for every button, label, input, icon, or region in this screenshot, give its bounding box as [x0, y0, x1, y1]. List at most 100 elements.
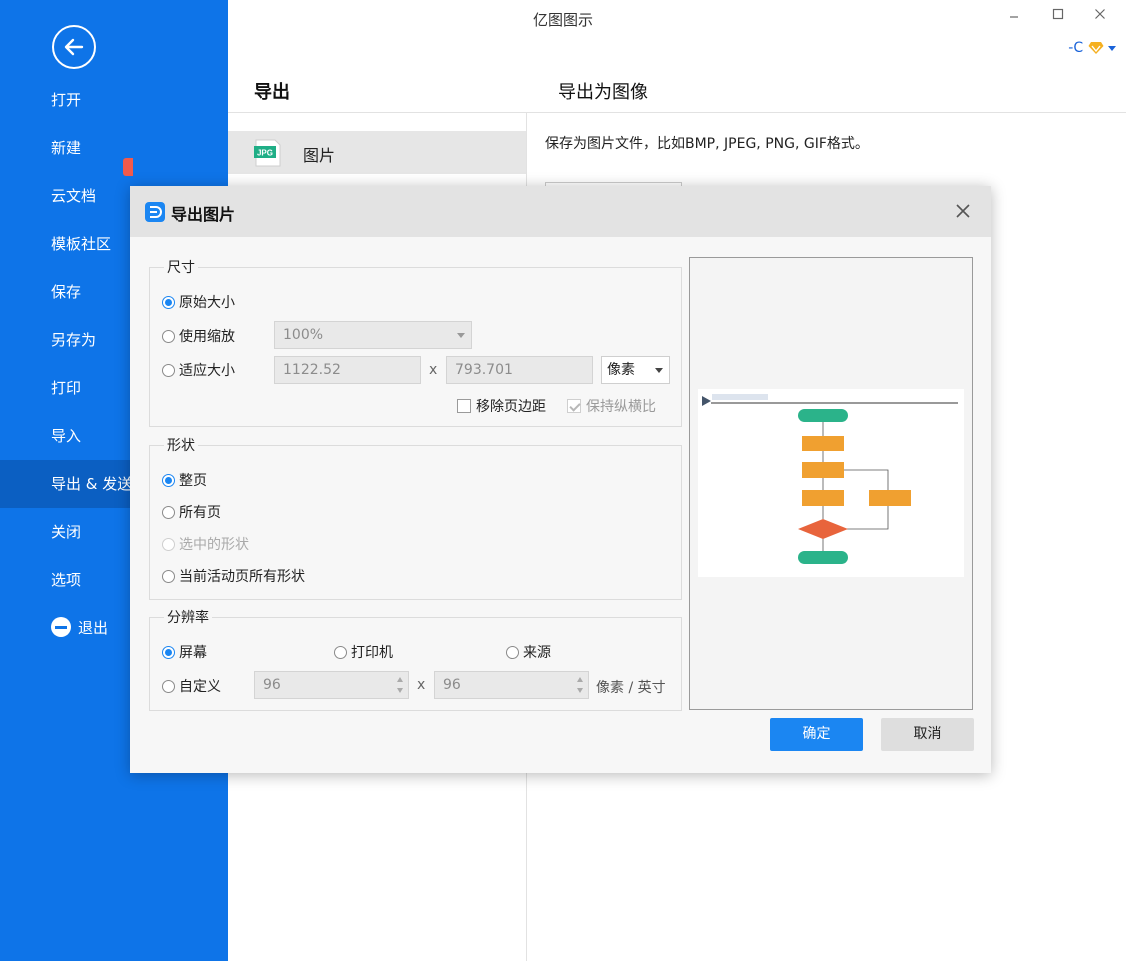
user-chip[interactable]: -C	[1068, 40, 1116, 56]
dpi-y-value: 96	[443, 677, 461, 693]
radio-dot	[162, 329, 175, 343]
radio-whole-page[interactable]: 整页	[162, 470, 207, 490]
scale-select[interactable]: 100%	[274, 321, 472, 349]
ok-button[interactable]: 确定	[770, 718, 863, 751]
times-sign: x	[417, 677, 426, 693]
checkbox-box	[567, 399, 581, 413]
radio-label: 屏幕	[179, 645, 207, 661]
scale-value: 100%	[283, 327, 324, 343]
radio-printer[interactable]: 打印机	[334, 642, 393, 662]
radio-dot	[162, 645, 175, 659]
radio-dot	[162, 537, 175, 551]
dropdown-arrow-icon	[655, 368, 663, 373]
radio-label: 使用缩放	[179, 329, 235, 345]
edraw-logo-icon	[145, 202, 165, 222]
radio-dot	[506, 645, 519, 659]
export-type-image-label: 图片	[303, 146, 336, 165]
size-group-title: 尺寸	[164, 257, 198, 277]
dialog-close-icon[interactable]	[954, 202, 972, 220]
image-preview	[689, 257, 973, 710]
exit-label: 退出	[78, 619, 109, 637]
resolution-group: 分辨率 屏幕 打印机 来源 自定义 96 x 96 像素 / 英寸	[149, 607, 682, 711]
radio-dot	[162, 363, 175, 377]
cancel-button[interactable]: 取消	[881, 718, 974, 751]
dpi-x-input[interactable]: 96	[254, 671, 409, 699]
dpi-y-input[interactable]: 96	[434, 671, 589, 699]
shape-group-title: 形状	[164, 435, 198, 455]
radio-label: 自定义	[179, 679, 221, 695]
minimize-icon	[1010, 16, 1018, 18]
close-window-button[interactable]	[1090, 6, 1110, 26]
radio-original-size[interactable]: 原始大小	[162, 292, 235, 312]
width-input[interactable]: 1122.52	[274, 356, 421, 384]
detail-description: 保存为图片文件，比如BMP, JPEG, PNG, GIF格式。	[545, 136, 869, 152]
radio-label: 所有页	[179, 505, 221, 521]
dialog-title: 导出图片	[171, 205, 236, 224]
radio-dot	[162, 569, 175, 583]
dialog-header: 导出图片	[130, 186, 991, 237]
radio-fit-size[interactable]: 适应大小	[162, 360, 235, 380]
header-divider	[228, 112, 1126, 113]
jpg-file-icon: JPG	[254, 139, 281, 167]
close-icon	[1095, 9, 1105, 19]
arrow-left-icon	[64, 38, 84, 56]
radio-source[interactable]: 来源	[506, 642, 551, 662]
height-value: 793.701	[455, 362, 513, 378]
maximize-icon	[1052, 8, 1064, 20]
spin-up-icon	[577, 677, 583, 682]
flowchart-preview	[698, 389, 964, 577]
radio-screen[interactable]: 屏幕	[162, 642, 207, 662]
height-input[interactable]: 793.701	[446, 356, 593, 384]
vip-diamond-icon	[1088, 42, 1104, 54]
radio-all-pages[interactable]: 所有页	[162, 502, 221, 522]
checkbox-box	[457, 399, 471, 413]
radio-label: 打印机	[351, 645, 393, 661]
detail-title: 导出为图像	[558, 82, 648, 103]
app-title: 亿图图示	[532, 11, 593, 29]
sidebar-item-new[interactable]: 新建	[0, 124, 228, 172]
export-type-image[interactable]: JPG 图片	[228, 131, 526, 174]
dpi-x-value: 96	[263, 677, 281, 693]
spin-up-icon	[397, 677, 403, 682]
radio-selected-shapes[interactable]: 选中的形状	[162, 534, 249, 554]
minimize-button[interactable]	[1004, 6, 1024, 26]
exit-icon	[51, 616, 71, 637]
dpi-unit-label: 像素 / 英寸	[596, 680, 666, 696]
radio-label: 当前活动页所有形状	[179, 569, 305, 585]
radio-label: 适应大小	[179, 363, 235, 379]
width-value: 1122.52	[283, 362, 341, 378]
radio-dot	[162, 679, 175, 693]
checkbox-label: 移除页边距	[476, 399, 546, 415]
user-label: -C	[1068, 40, 1084, 56]
radio-label: 来源	[523, 645, 551, 661]
checkbox-keep-ratio[interactable]: 保持纵横比	[567, 396, 656, 416]
maximize-button[interactable]	[1048, 6, 1068, 26]
spin-down-icon	[577, 688, 583, 693]
sidebar-item-open[interactable]: 打开	[0, 76, 228, 124]
chevron-down-icon	[1108, 46, 1116, 51]
radio-dot	[162, 295, 175, 309]
radio-label: 原始大小	[179, 295, 235, 311]
radio-label: 整页	[179, 473, 207, 489]
section-title: 导出	[254, 82, 290, 103]
unit-select[interactable]: 像素	[601, 356, 670, 384]
checkbox-label: 保持纵横比	[586, 399, 656, 415]
resolution-group-title: 分辨率	[164, 607, 212, 627]
radio-dot	[162, 473, 175, 487]
radio-current-page-all-shapes[interactable]: 当前活动页所有形状	[162, 566, 305, 586]
radio-use-scale[interactable]: 使用缩放	[162, 326, 235, 346]
dropdown-arrow-icon	[457, 333, 465, 338]
radio-dot	[162, 505, 175, 519]
title-bar: 亿图图示 -C	[228, 0, 1126, 56]
checkbox-remove-margin[interactable]: 移除页边距	[457, 396, 546, 416]
radio-custom[interactable]: 自定义	[162, 676, 221, 696]
unit-value: 像素	[607, 362, 635, 378]
jpg-label: JPG	[257, 149, 273, 158]
export-image-dialog: 导出图片 尺寸 原始大小 使用缩放 100% 适应大小 1122.52 x 79…	[130, 186, 991, 773]
back-button[interactable]	[52, 25, 96, 69]
shape-group: 形状 整页 所有页 选中的形状 当前活动页所有形状	[149, 435, 682, 600]
times-sign: x	[429, 362, 438, 378]
radio-label: 选中的形状	[179, 537, 249, 553]
size-group: 尺寸 原始大小 使用缩放 100% 适应大小 1122.52 x 793.701…	[149, 257, 682, 427]
spin-down-icon	[397, 688, 403, 693]
